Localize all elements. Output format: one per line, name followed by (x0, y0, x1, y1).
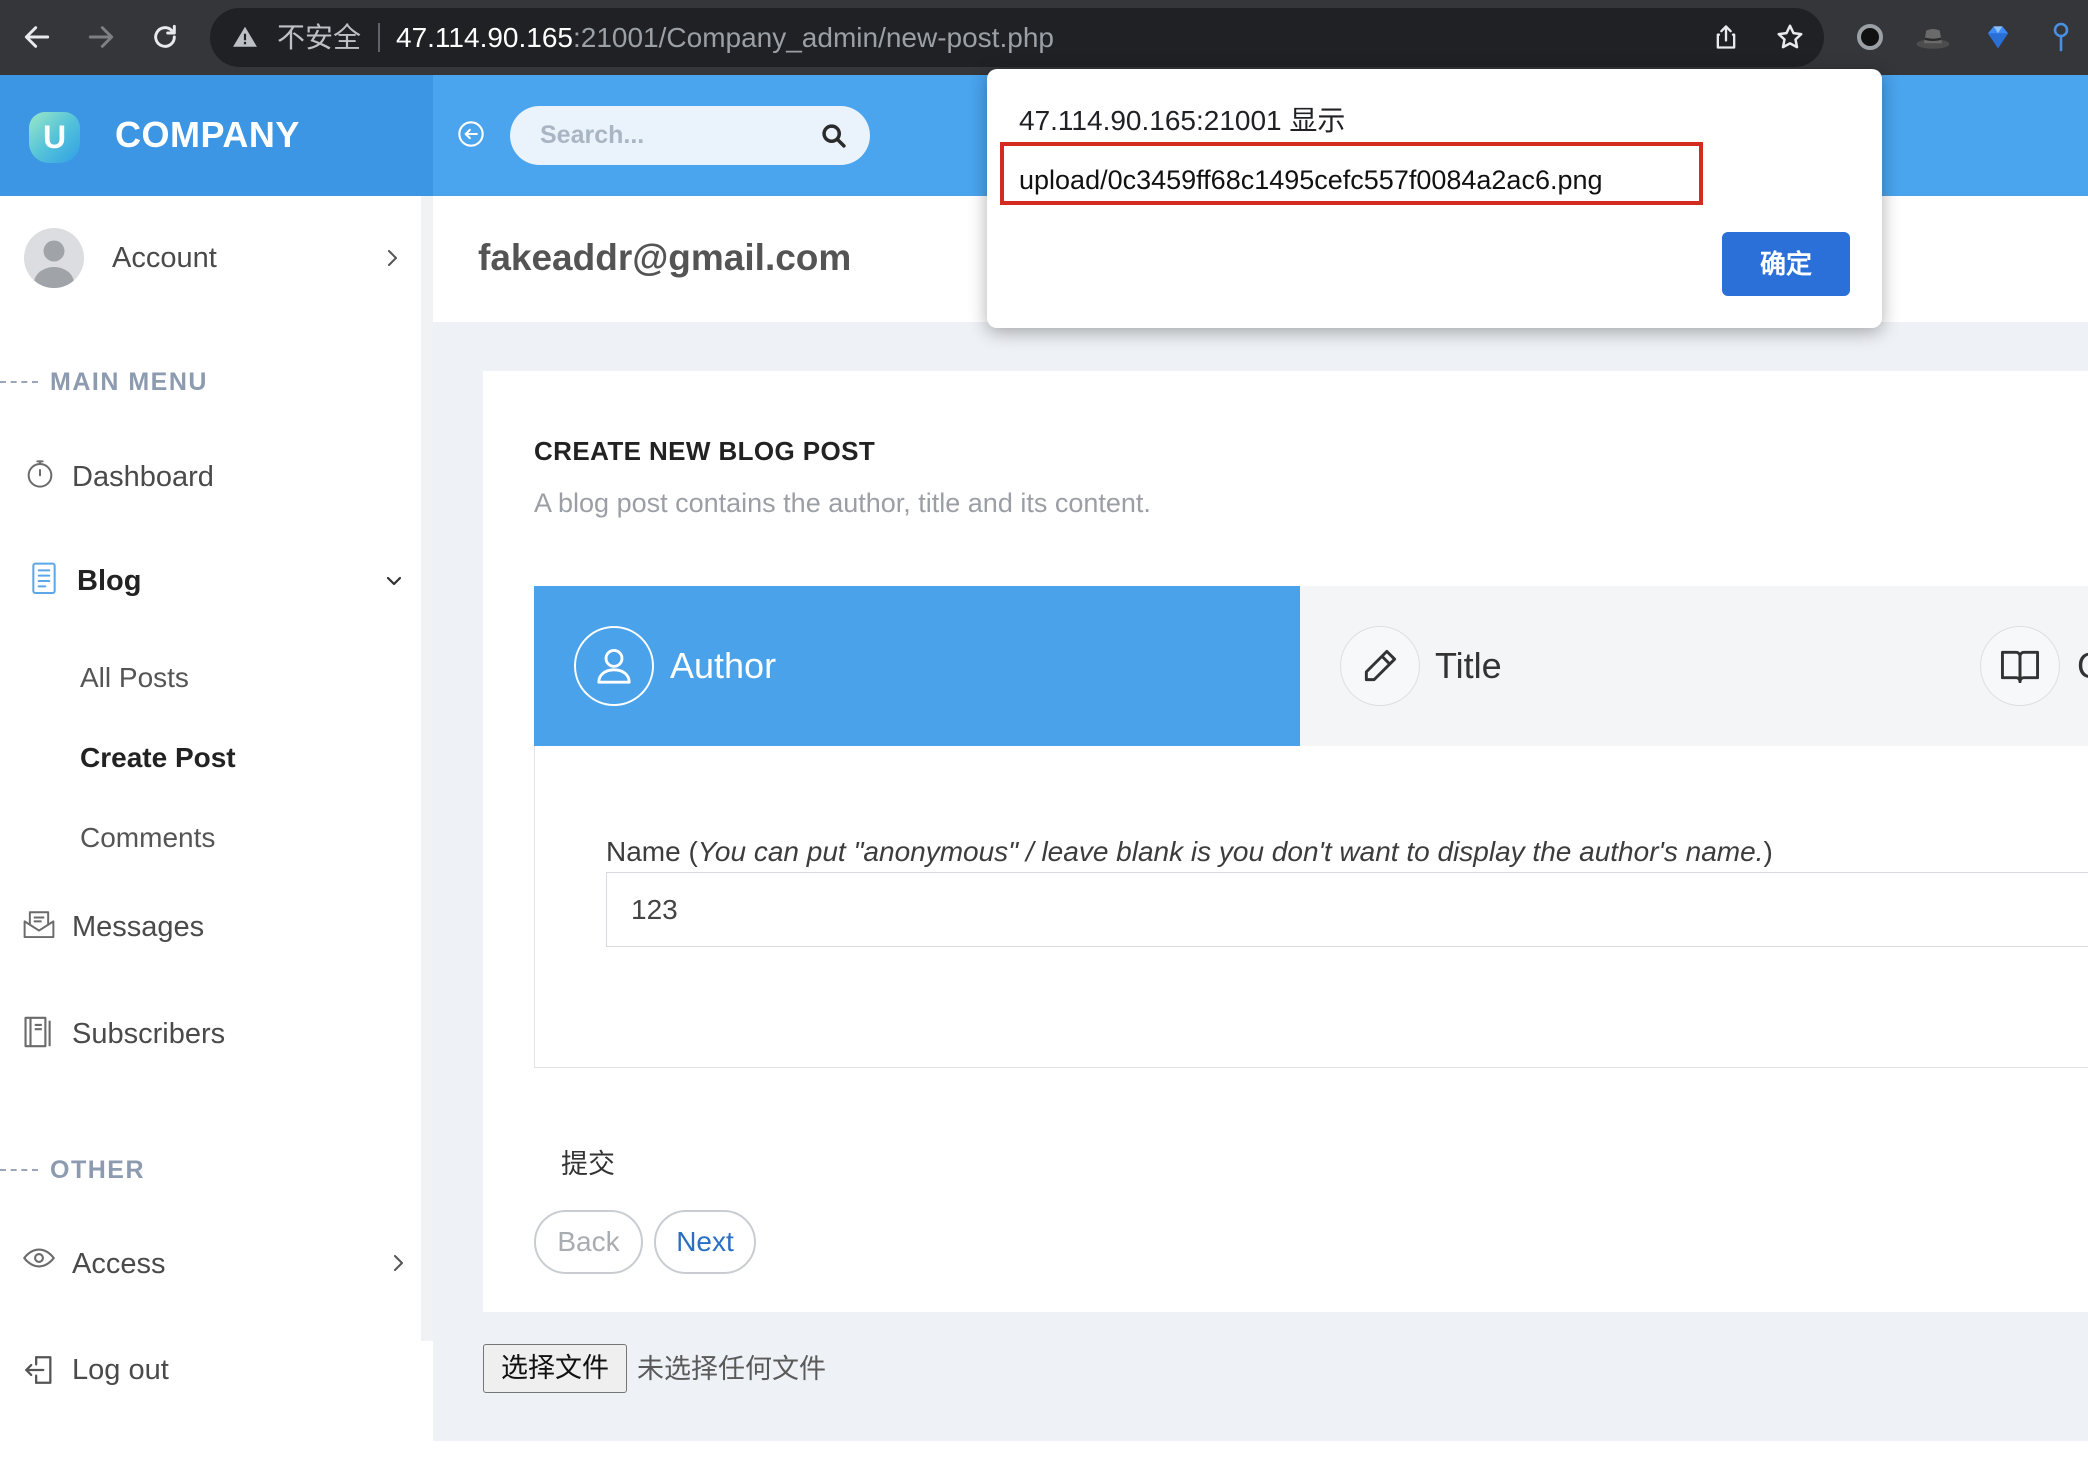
collapse-sidebar-icon[interactable] (457, 120, 485, 148)
alert-dialog: 47.114.90.165:21001 显示 upload/0c3459ff68… (987, 69, 1882, 328)
sidebar-item-label: Subscribers (72, 1018, 226, 1050)
user-email: fakeaddr@gmail.com (478, 237, 852, 278)
document-icon (28, 561, 60, 597)
tab-label: Title (1435, 645, 1502, 686)
bookmark-star-icon[interactable] (1775, 22, 1805, 52)
sidebar-item-dashboard[interactable]: Dashboard (0, 442, 421, 512)
diamond-extension-icon[interactable] (1983, 22, 2013, 52)
dialog-message: upload/0c3459ff68c1495cefc557f0084a2ac6.… (1019, 165, 1603, 195)
name-label-text: Name ( (606, 836, 698, 867)
avatar[interactable] (24, 228, 84, 288)
tab-label: C (2077, 586, 2088, 746)
logout-icon (22, 1353, 56, 1387)
page-footer-strip (433, 1441, 2088, 1458)
account-label: Account (112, 242, 217, 274)
book-icon (1980, 626, 2060, 706)
main-menu-heading-text: MAIN MENU (50, 368, 208, 396)
sidebar-item-label: Blog (77, 565, 142, 597)
other-heading-text: OTHER (50, 1156, 145, 1184)
chevron-right-icon (386, 1251, 410, 1275)
sidebar-item-logout[interactable]: Log out (0, 1335, 421, 1405)
forward-arrow-icon[interactable] (85, 21, 117, 53)
pin-extension-icon[interactable] (2049, 20, 2073, 54)
sidebar-item-subscribers[interactable]: Subscribers (0, 999, 421, 1069)
card-title: CREATE NEW BLOG POST (534, 436, 876, 466)
omnibox-separator (378, 23, 380, 52)
envelope-icon (22, 908, 56, 940)
dialog-title: 47.114.90.165:21001 显示 (1019, 105, 1346, 136)
tab-title[interactable]: Title C (1300, 586, 2088, 746)
sidebar-scrollbar[interactable] (421, 196, 433, 1341)
sidebar-item-blog[interactable]: Blog (0, 546, 421, 616)
next-button[interactable]: Next (654, 1210, 756, 1274)
file-status-text: 未选择任何文件 (637, 1354, 826, 1384)
search-input[interactable] (540, 106, 810, 165)
card-subtitle: A blog post contains the author, title a… (534, 488, 1151, 518)
dialog-ok-button[interactable]: 确定 (1722, 232, 1850, 296)
pencil-icon (1340, 626, 1420, 706)
browser-toolbar: 不安全 47.114.90.165:21001/Company_admin/ne… (0, 0, 2088, 75)
search-box[interactable] (510, 106, 870, 165)
sidebar-subitem-all-posts[interactable]: All Posts (0, 643, 421, 713)
address-bar[interactable]: 不安全 47.114.90.165:21001/Company_admin/ne… (210, 8, 1824, 67)
sidebar-subitem-label: Comments (80, 822, 216, 853)
record-extension-icon[interactable] (1854, 21, 1886, 53)
name-label-hint: You can put "anonymous" / leave blank is… (697, 836, 1764, 867)
name-label-close: ) (1763, 836, 1773, 867)
sidebar-subitem-label: Create Post (80, 742, 236, 773)
url-path: :21001/Company_admin/new-post.php (572, 22, 1054, 53)
other-heading: OTHER (0, 1150, 421, 1190)
sidebar-subitem-comments[interactable]: Comments (0, 803, 421, 873)
sidebar-item-label: Access (72, 1248, 166, 1280)
back-arrow-icon[interactable] (21, 21, 53, 53)
sidebar-item-label: Messages (72, 911, 205, 943)
notebook-icon (22, 1015, 56, 1049)
hat-extension-icon[interactable] (1915, 23, 1951, 53)
chevron-right-icon (380, 246, 404, 270)
name-field-label: Name (You can put "anonymous" / leave bl… (606, 832, 1773, 872)
sidebar-item-label: Log out (72, 1354, 169, 1386)
tab-author[interactable]: Author (534, 586, 1300, 746)
user-icon (574, 626, 654, 706)
heading-dash (0, 381, 38, 383)
url-host: 47.114.90.165 (396, 22, 573, 53)
share-icon[interactable] (1712, 23, 1740, 51)
back-button[interactable]: Back (534, 1210, 643, 1274)
warning-icon (232, 24, 258, 50)
eye-icon (22, 1244, 56, 1272)
tab-label: Author (670, 645, 777, 686)
sidebar-subitem-create-post[interactable]: Create Post (0, 723, 421, 793)
search-icon[interactable] (820, 122, 848, 150)
sidebar-item-label: Dashboard (72, 461, 214, 493)
url-text[interactable]: 47.114.90.165:21001/Company_admin/new-po… (396, 8, 1054, 67)
security-label[interactable]: 不安全 (277, 8, 361, 67)
sidebar-subitem-label: All Posts (80, 662, 189, 693)
stopwatch-icon (24, 458, 56, 490)
reload-icon[interactable] (149, 21, 181, 53)
choose-file-button[interactable]: 选择文件 (483, 1344, 627, 1393)
submit-button[interactable]: 提交 (561, 1144, 615, 1184)
sidebar-item-access[interactable]: Access (0, 1229, 421, 1299)
main-menu-heading: MAIN MENU (0, 362, 421, 402)
create-post-card: CREATE NEW BLOG POST A blog post contain… (483, 371, 2088, 1312)
brand-name[interactable]: COMPANY (115, 115, 300, 155)
author-name-input[interactable] (606, 872, 2088, 947)
chevron-down-icon (382, 569, 406, 593)
sidebar-item-messages[interactable]: Messages (0, 892, 421, 962)
sidebar-account[interactable]: Account (0, 223, 421, 293)
company-logo[interactable]: U (29, 112, 80, 163)
heading-dash (0, 1169, 38, 1171)
